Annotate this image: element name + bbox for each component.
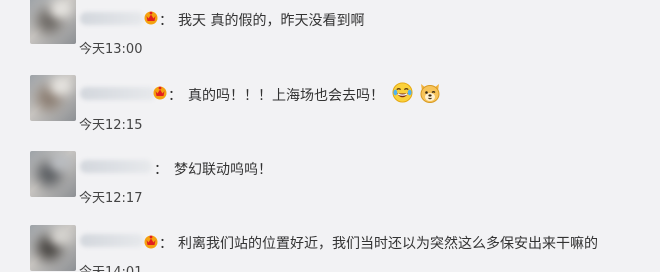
comment-item: ： 我天 真的假的，昨天没看到啊 今天13:00	[0, 0, 660, 62]
colon: ：	[159, 13, 173, 29]
comment-text: 真的吗！！！上海场也会去吗！	[188, 88, 384, 104]
colon: ：	[168, 88, 182, 104]
avatar[interactable]	[30, 0, 76, 44]
colon: ：	[154, 162, 168, 178]
username[interactable]	[80, 160, 152, 173]
vip-crown-icon	[144, 235, 158, 249]
avatar[interactable]	[30, 225, 76, 271]
vip-crown-icon	[144, 11, 158, 25]
avatar[interactable]	[30, 151, 76, 197]
comment-feed: ： 我天 真的假的，昨天没看到啊 今天13:00 ： 真的吗！！！上海场也会去吗…	[0, 0, 660, 272]
comment-time: 今天14:01	[79, 261, 142, 272]
comment-item: ： 梦幻联动呜呜！ 今天12:17	[0, 148, 660, 210]
laughing-tears-emoji-icon	[392, 82, 413, 103]
username[interactable]	[80, 12, 144, 25]
vip-crown-icon	[153, 86, 167, 100]
comment-time: 今天13:00	[79, 42, 143, 57]
comment-time: 今天12:17	[79, 191, 143, 206]
comment-text: 利离我们站的位置好近，我们当时还以为突然这么多保安出来干嘛的	[178, 236, 598, 252]
winking-dog-emoji-icon	[420, 84, 440, 103]
comment-item: ： 利离我们站的位置好近，我们当时还以为突然这么多保安出来干嘛的 今天14:01	[0, 221, 660, 272]
comment-text: 梦幻联动呜呜！	[174, 162, 272, 178]
comment-item: ： 真的吗！！！上海场也会去吗！ 今天12:15	[0, 75, 660, 137]
comment-time: 今天12:15	[79, 118, 143, 133]
username[interactable]	[80, 87, 156, 100]
avatar[interactable]	[30, 75, 76, 121]
comment-text: 我天 真的假的，昨天没看到啊	[178, 13, 365, 29]
username[interactable]	[80, 234, 144, 247]
colon: ：	[159, 236, 173, 252]
